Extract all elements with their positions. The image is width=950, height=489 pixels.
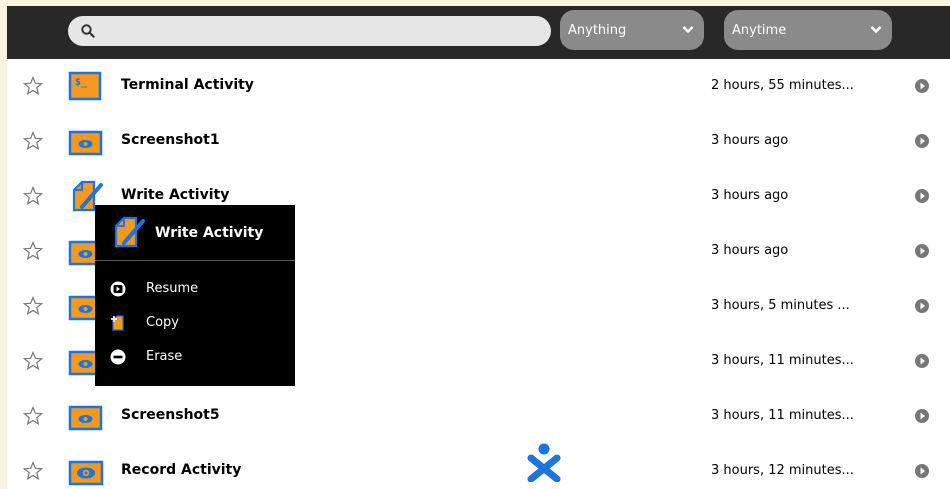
list-item[interactable]: Screenshot1 3 hours ago bbox=[7, 114, 950, 169]
star-icon[interactable] bbox=[23, 186, 43, 206]
star-icon[interactable] bbox=[23, 131, 43, 151]
entry-time: 3 hours, 12 minutes... bbox=[711, 463, 854, 478]
journal-window: Anything Anytime $_ Terminal Activity 2 … bbox=[7, 6, 950, 489]
search-box[interactable] bbox=[68, 16, 551, 46]
resume-label: Resume bbox=[146, 281, 199, 296]
resume-icon bbox=[110, 281, 126, 297]
search-input[interactable] bbox=[104, 20, 538, 44]
copy-label: Copy bbox=[146, 315, 179, 330]
play-arrow-icon[interactable] bbox=[914, 133, 930, 149]
play-arrow-icon[interactable] bbox=[914, 243, 930, 259]
entry-time: 3 hours, 11 minutes... bbox=[711, 408, 854, 423]
erase-icon bbox=[110, 349, 126, 365]
play-arrow-icon[interactable] bbox=[914, 188, 930, 204]
entry-time: 3 hours ago bbox=[711, 188, 789, 203]
copy-icon bbox=[111, 315, 124, 331]
star-icon[interactable] bbox=[23, 296, 43, 316]
entry-time: 3 hours, 5 minutes ... bbox=[711, 298, 850, 313]
list-item[interactable]: $_ Terminal Activity 2 hours, 55 minutes… bbox=[7, 59, 950, 114]
entry-title: Screenshot1 bbox=[121, 132, 220, 148]
star-icon[interactable] bbox=[23, 406, 43, 426]
star-icon[interactable] bbox=[23, 351, 43, 371]
chevron-down-icon bbox=[682, 26, 694, 34]
play-arrow-icon[interactable] bbox=[914, 78, 930, 94]
erase-label: Erase bbox=[146, 349, 183, 364]
play-arrow-icon[interactable] bbox=[914, 408, 930, 424]
what-filter-label: Anything bbox=[568, 23, 627, 38]
chevron-down-icon bbox=[870, 26, 882, 34]
play-arrow-icon[interactable] bbox=[914, 353, 930, 369]
entry-title: Screenshot5 bbox=[121, 407, 220, 423]
list-item[interactable]: Screenshot5 3 hours, 11 minutes... bbox=[7, 389, 950, 444]
play-arrow-icon[interactable] bbox=[914, 298, 930, 314]
copy-menu-item[interactable]: Copy bbox=[95, 309, 295, 337]
record-icon bbox=[68, 460, 104, 486]
entry-time: 2 hours, 55 minutes... bbox=[711, 78, 854, 93]
erase-menu-item[interactable]: Erase bbox=[95, 343, 295, 371]
play-arrow-icon[interactable] bbox=[914, 463, 930, 479]
star-icon[interactable] bbox=[23, 241, 43, 261]
palette-title: Write Activity bbox=[155, 225, 264, 241]
journal-toolbar: Anything Anytime bbox=[7, 6, 950, 59]
svg-text:$_: $_ bbox=[75, 77, 88, 88]
when-filter-dropdown[interactable]: Anytime bbox=[724, 10, 892, 50]
star-icon[interactable] bbox=[23, 76, 43, 96]
when-filter-label: Anytime bbox=[732, 23, 787, 38]
entry-context-palette: Write Activity Resume Copy Erase bbox=[95, 205, 295, 386]
entry-time: 3 hours, 11 minutes... bbox=[711, 353, 854, 368]
image-viewer-icon bbox=[68, 405, 103, 431]
search-icon bbox=[81, 24, 95, 38]
entry-title: Record Activity bbox=[121, 462, 242, 478]
entry-title: Write Activity bbox=[121, 187, 230, 203]
xo-icon[interactable] bbox=[526, 442, 562, 482]
image-viewer-icon bbox=[68, 130, 103, 156]
list-item[interactable]: Record Activity 3 hours, 12 minutes... bbox=[7, 444, 950, 489]
terminal-icon: $_ bbox=[68, 71, 102, 101]
star-icon[interactable] bbox=[23, 461, 43, 481]
resume-menu-item[interactable]: Resume bbox=[95, 275, 295, 303]
palette-divider bbox=[95, 260, 295, 261]
entry-time: 3 hours ago bbox=[711, 133, 789, 148]
write-icon bbox=[114, 216, 145, 248]
what-filter-dropdown[interactable]: Anything bbox=[560, 10, 704, 50]
entry-title: Terminal Activity bbox=[121, 77, 254, 93]
entry-time: 3 hours ago bbox=[711, 243, 789, 258]
palette-header: Write Activity bbox=[95, 205, 295, 260]
